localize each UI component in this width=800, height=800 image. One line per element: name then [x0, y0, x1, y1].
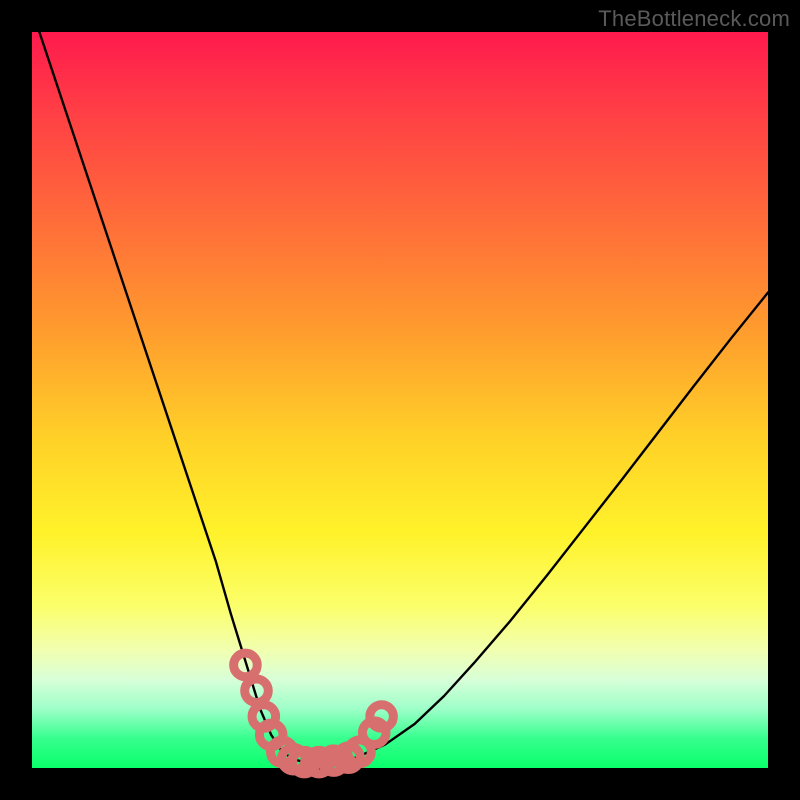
plot-area — [32, 32, 768, 768]
curve-marker — [245, 679, 269, 703]
chart-svg — [32, 32, 768, 768]
chart-frame: TheBottleneck.com — [0, 0, 800, 800]
watermark-text: TheBottleneck.com — [598, 6, 790, 32]
curve-marker — [370, 705, 394, 729]
curve-markers — [234, 653, 394, 774]
bottleneck-curve — [39, 32, 768, 762]
